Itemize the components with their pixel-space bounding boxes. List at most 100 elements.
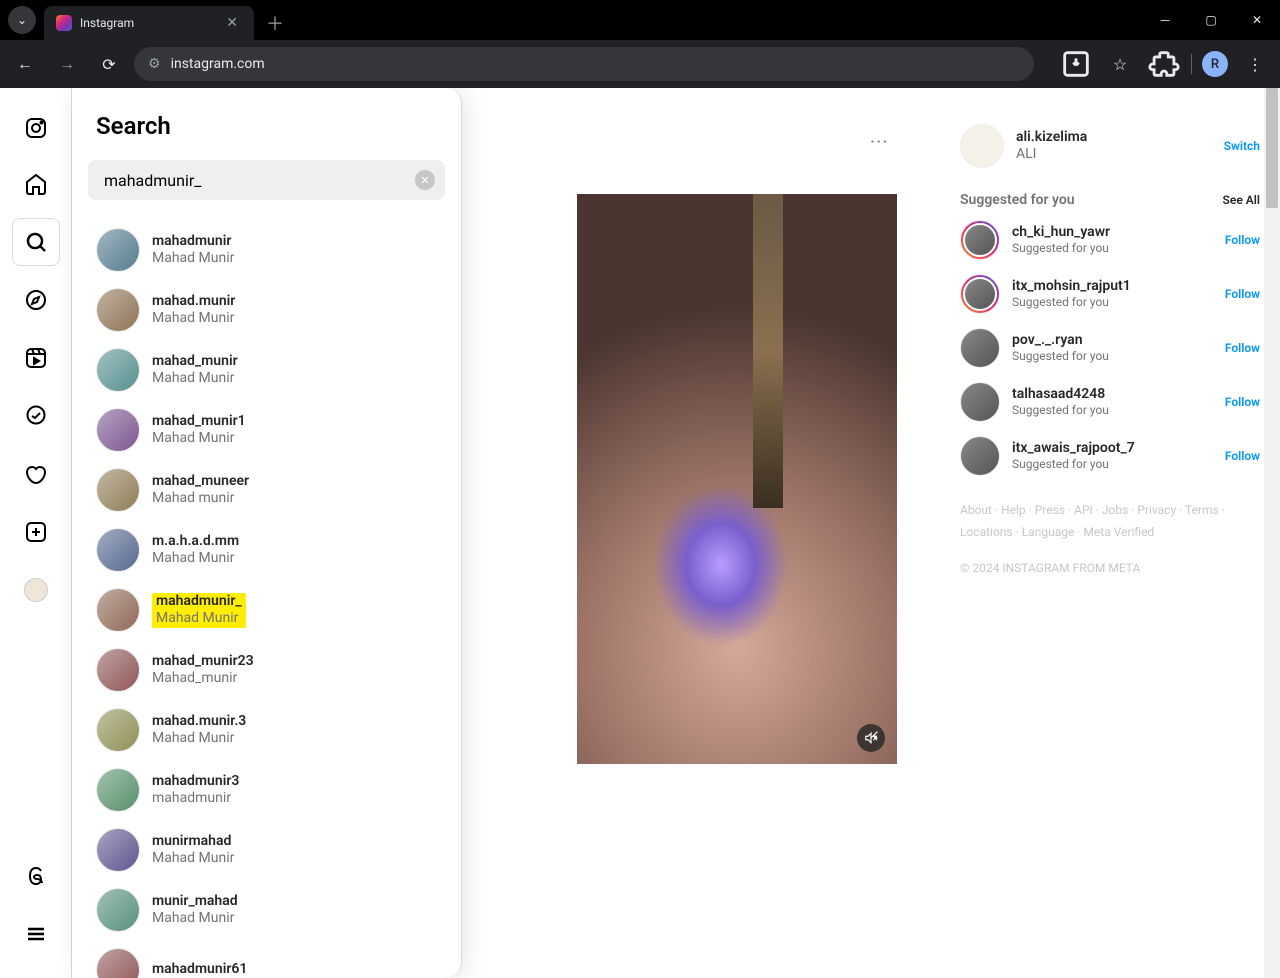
new-tab-button[interactable]: ＋ [254, 10, 296, 36]
search-result-row[interactable]: mahad_munirMahad Munir [88, 340, 445, 400]
suggestion-avatar[interactable] [960, 436, 1000, 476]
browser-toolbar: ← → ⟳ ⚙ instagram.com ☆ R ⋮ [0, 40, 1280, 88]
mute-button[interactable] [857, 724, 885, 752]
nav-profile[interactable] [12, 566, 60, 614]
nav-home[interactable] [12, 160, 60, 208]
footer-copyright: © 2024 INSTAGRAM FROM META [960, 561, 1260, 575]
nav-more[interactable] [12, 910, 60, 958]
close-tab-icon[interactable]: ✕ [222, 15, 242, 31]
suggestion-subtext: Suggested for you [1012, 457, 1135, 471]
extensions-icon[interactable] [1147, 47, 1181, 81]
suggestion-row: pov_._.ryanSuggested for you Follow [960, 328, 1260, 368]
nav-threads[interactable] [12, 852, 60, 900]
search-results-list[interactable]: mahadmunirMahad Munirmahad.munirMahad Mu… [72, 212, 461, 978]
close-window-button[interactable]: ✕ [1234, 0, 1280, 40]
browser-tab[interactable]: Instagram ✕ [44, 6, 254, 40]
search-input[interactable] [88, 160, 445, 200]
minimize-button[interactable]: ─ [1142, 0, 1188, 40]
post-media[interactable] [577, 194, 897, 764]
result-fullname: Mahad Munir [152, 310, 235, 328]
search-result-row[interactable]: munirmahadMahad Munir [88, 820, 445, 880]
result-avatar [96, 348, 140, 392]
result-avatar [96, 408, 140, 452]
suggestion-subtext: Suggested for you [1012, 295, 1131, 309]
suggestion-subtext: Suggested for you [1012, 349, 1109, 363]
reload-button[interactable]: ⟳ [92, 47, 126, 81]
suggestion-subtext: Suggested for you [1012, 241, 1110, 255]
search-result-row[interactable]: munir_mahadMahad Munir [88, 880, 445, 940]
footer-link[interactable]: Terms [1185, 503, 1219, 517]
forward-button[interactable]: → [50, 47, 84, 81]
result-username: mahad_muneer [152, 473, 249, 491]
nav-explore[interactable] [12, 276, 60, 324]
suggestion-username[interactable]: itx_awais_rajpoot_7 [1012, 440, 1135, 457]
result-fullname: Mahad munir [152, 490, 249, 508]
result-fullname: Mahad Munir [152, 910, 238, 928]
footer-link[interactable]: Locations [960, 525, 1013, 539]
footer-link[interactable]: About [960, 503, 992, 517]
footer-link[interactable]: Press [1035, 503, 1065, 517]
search-result-row[interactable]: m.a.h.a.d.mmMahad Munir [88, 520, 445, 580]
video-placeholder [577, 194, 897, 764]
search-result-row[interactable]: mahad.munir.3Mahad Munir [88, 700, 445, 760]
suggestion-avatar[interactable] [960, 274, 1000, 314]
nav-notifications[interactable] [12, 450, 60, 498]
nav-create[interactable] [12, 508, 60, 556]
site-info-icon[interactable]: ⚙ [148, 56, 161, 72]
chrome-menu-icon[interactable]: ⋮ [1238, 47, 1272, 81]
suggestion-username[interactable]: talhasaad4248 [1012, 386, 1109, 403]
search-result-row[interactable]: mahad.munirMahad Munir [88, 280, 445, 340]
maximize-button[interactable]: ▢ [1188, 0, 1234, 40]
follow-link[interactable]: Follow [1225, 341, 1260, 355]
install-app-icon[interactable] [1059, 47, 1093, 81]
footer-link[interactable]: Jobs [1102, 503, 1128, 517]
suggestion-username[interactable]: itx_mohsin_rajput1 [1012, 278, 1131, 295]
result-avatar [96, 228, 140, 272]
search-result-row[interactable]: mahadmunir_Mahad Munir [88, 580, 445, 640]
result-avatar [96, 528, 140, 572]
suggestion-avatar[interactable] [960, 328, 1000, 368]
search-result-row[interactable]: mahadmunir3mahadmunir [88, 760, 445, 820]
page-scrollbar[interactable] [1264, 88, 1280, 978]
right-sidebar: ali.kizelima ALI Switch Suggested for yo… [960, 88, 1280, 978]
search-result-row[interactable]: mahad_muneerMahad munir [88, 460, 445, 520]
suggestion-username[interactable]: pov_._.ryan [1012, 332, 1109, 349]
search-result-row[interactable]: mahad_munir23Mahad_munir [88, 640, 445, 700]
nav-search[interactable] [12, 218, 60, 266]
suggestion-username[interactable]: ch_ki_hun_yawr [1012, 224, 1110, 241]
follow-link[interactable]: Follow [1225, 395, 1260, 409]
account-avatar[interactable] [960, 124, 1004, 168]
footer-link[interactable]: Privacy [1137, 503, 1176, 517]
nav-messages[interactable] [12, 392, 60, 440]
suggestion-avatar[interactable] [960, 220, 1000, 260]
scrollbar-thumb[interactable] [1266, 88, 1278, 208]
footer-link[interactable]: API [1074, 503, 1093, 517]
bookmark-icon[interactable]: ☆ [1103, 47, 1137, 81]
search-result-row[interactable]: mahadmunirMahad Munir [88, 220, 445, 280]
follow-link[interactable]: Follow [1225, 233, 1260, 247]
search-result-row[interactable]: mahadmunir61 [88, 940, 445, 978]
nav-reels[interactable] [12, 334, 60, 382]
suggestions-header: Suggested for you [960, 192, 1075, 208]
result-fullname: Mahad Munir [156, 610, 242, 628]
footer-links: About · Help · Press · API · Jobs · Priv… [960, 500, 1260, 543]
search-result-row[interactable]: mahad_munir1Mahad Munir [88, 400, 445, 460]
back-button[interactable]: ← [8, 47, 42, 81]
suggestion-row: ch_ki_hun_yawrSuggested for you Follow [960, 220, 1260, 260]
switch-account-link[interactable]: Switch [1224, 139, 1260, 153]
post-more-button[interactable]: ··· [862, 126, 897, 158]
follow-link[interactable]: Follow [1225, 449, 1260, 463]
footer-link[interactable]: Help [1001, 503, 1026, 517]
suggestion-avatar[interactable] [960, 382, 1000, 422]
account-displayname: ALI [1016, 146, 1087, 163]
follow-link[interactable]: Follow [1225, 287, 1260, 301]
footer-link[interactable]: Meta Verified [1083, 525, 1154, 539]
instagram-logo-icon[interactable] [24, 116, 48, 140]
account-username[interactable]: ali.kizelima [1016, 129, 1087, 146]
tab-search-dropdown[interactable]: ⌄ [8, 6, 36, 34]
footer-link[interactable]: Language [1022, 525, 1075, 539]
clear-search-icon[interactable]: ✕ [415, 170, 435, 190]
see-all-link[interactable]: See All [1223, 193, 1260, 207]
chrome-profile-badge[interactable]: R [1202, 51, 1228, 77]
address-bar[interactable]: ⚙ instagram.com [134, 47, 1034, 81]
